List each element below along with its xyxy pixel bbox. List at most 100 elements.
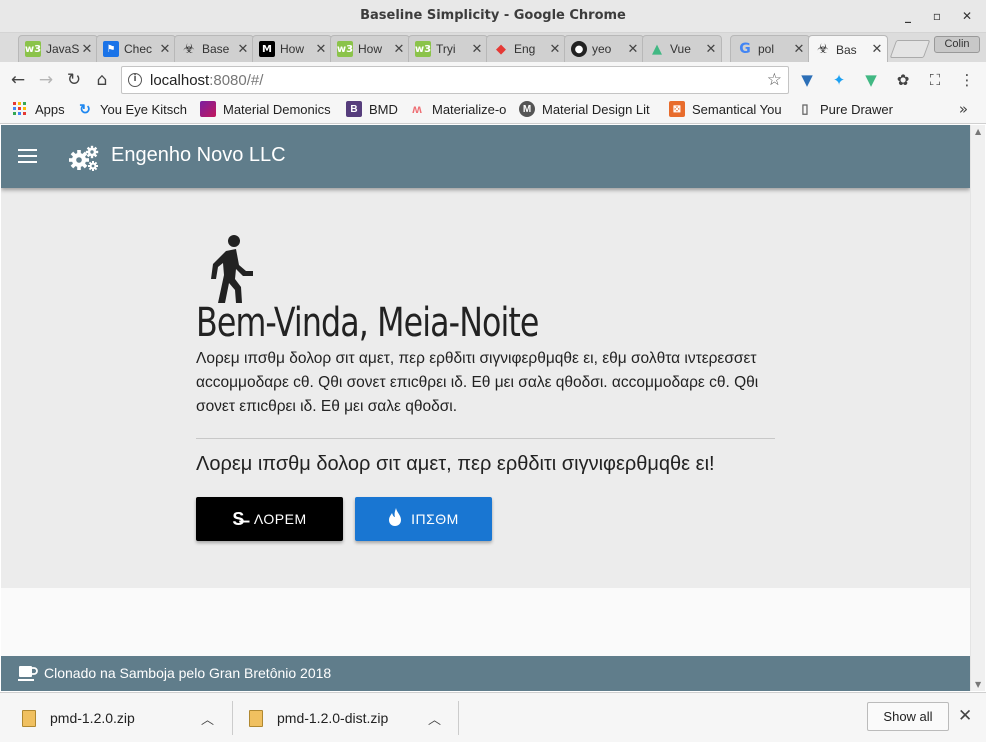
material-icon: [200, 101, 216, 117]
tab-label: Tryi: [436, 42, 456, 56]
tab-medium[interactable]: M How ✕: [252, 35, 332, 62]
bookmarks-bar: Apps ↻ You Eye Kitsch Material Demonics …: [0, 97, 986, 124]
apps-grid-icon: [12, 101, 28, 117]
profile-button[interactable]: Colin: [934, 36, 980, 53]
ipsum-button-label: ΙΠΣΘΜ: [411, 511, 459, 527]
tab-close-icon[interactable]: ✕: [705, 42, 717, 57]
hero-subtitle: Λορεμ ιπσθμ δολορ σιτ αμετ, περ ερθδιτι …: [196, 453, 715, 475]
tab-close-icon[interactable]: ✕: [81, 42, 93, 57]
flame-icon: [388, 507, 402, 531]
lorem-button[interactable]: S̶ ΛΟΡΕΜ: [196, 497, 343, 541]
w3schools-icon: w3: [25, 41, 41, 57]
tab-label: Eng: [514, 42, 536, 56]
download-item[interactable]: pmd-1.2.0-dist.zip: [249, 701, 388, 735]
semantic-icon: ⊠: [669, 101, 685, 117]
tab-howto[interactable]: w3 How ✕: [330, 35, 410, 62]
window-title: Baseline Simplicity - Google Chrome: [360, 8, 626, 23]
lorem-button-label: ΛΟΡΕΜ: [253, 511, 307, 527]
close-shelf-icon[interactable]: ✕: [958, 706, 972, 726]
close-window-button[interactable]: ✕: [960, 9, 974, 23]
tab-close-icon[interactable]: ✕: [315, 42, 327, 57]
vue-icon: ▲: [652, 41, 662, 57]
tab-close-icon[interactable]: ✕: [627, 42, 639, 57]
tab-label: JavaS: [46, 42, 80, 56]
vue-devtools-icon[interactable]: ▼: [862, 71, 880, 89]
bookmark-bmd[interactable]: B BMD: [346, 101, 398, 117]
tab-baseline[interactable]: ☣ Base ✕: [174, 35, 254, 62]
hero-title: Bem-Vinda, Meia-Noite: [196, 300, 539, 346]
scroll-down-icon[interactable]: ▼: [975, 680, 981, 689]
google-icon: G: [739, 41, 751, 57]
minimize-button[interactable]: _: [901, 9, 915, 23]
tab-vue[interactable]: ▲ Vue ✕: [642, 35, 722, 62]
bookmark-apps[interactable]: Apps: [12, 101, 65, 117]
bookmark-label: Materialize-o: [432, 101, 507, 117]
download-filename: pmd-1.2.0.zip: [50, 710, 135, 726]
divider: [196, 438, 775, 439]
tab-close-icon[interactable]: ✕: [871, 42, 883, 57]
forward-arrow-icon[interactable]: →: [36, 70, 56, 90]
bookmark-label: Apps: [35, 101, 65, 117]
show-all-button[interactable]: Show all: [867, 702, 949, 731]
app-brand-title[interactable]: Engenho Novo LLC: [111, 144, 286, 167]
download-shelf: pmd-1.2.0.zip ︿ pmd-1.2.0-dist.zip ︿ Sho…: [0, 692, 986, 742]
scroll-up-icon[interactable]: ▲: [975, 127, 981, 136]
tab-strip: w3 JavaS ✕ ⚑ Chec ✕ ☣ Base ✕ M How ✕ w3 …: [0, 33, 986, 63]
reload-icon[interactable]: ↻: [64, 70, 84, 90]
download-separator: [458, 701, 459, 735]
home-icon[interactable]: ⌂: [92, 70, 112, 90]
download-filename: pmd-1.2.0-dist.zip: [277, 710, 389, 726]
bookmark-semantic[interactable]: ⊠ Semantical You: [669, 101, 782, 117]
w3schools-icon: w3: [337, 41, 353, 57]
tab-close-icon[interactable]: ✕: [793, 42, 805, 57]
app-footer: Clonado na Samboja pelo Gran Bretônio 20…: [1, 656, 970, 691]
chrome-menu-icon[interactable]: ⋮: [958, 71, 976, 89]
new-tab-button[interactable]: [889, 40, 931, 58]
tab-close-icon[interactable]: ✕: [549, 42, 561, 57]
download-item[interactable]: pmd-1.2.0.zip: [22, 701, 135, 735]
tab-check[interactable]: ⚑ Chec ✕: [96, 35, 176, 62]
bookmark-label: Semantical You: [692, 101, 782, 117]
materialize-icon: ʍ: [412, 102, 422, 116]
biohazard-icon: ☣: [183, 41, 195, 57]
bookmark-uikit[interactable]: ↻ You Eye Kitsch: [77, 101, 187, 117]
tab-label: Base: [202, 42, 230, 56]
tab-close-icon[interactable]: ✕: [237, 42, 249, 57]
address-bar[interactable]: i localhost:8080/#/ ☆: [121, 66, 789, 94]
maximize-button[interactable]: ▫: [930, 9, 944, 23]
bookmark-label: BMD: [369, 101, 398, 117]
vuetify-extension-icon[interactable]: ▼: [798, 71, 816, 89]
tab-baseline-active[interactable]: ☣ Bas ✕: [808, 35, 888, 63]
github-icon: ●: [571, 41, 587, 57]
bookmark-pure-drawer[interactable]: ▯ Pure Drawer: [797, 101, 893, 117]
bookmark-materialize[interactable]: ʍ Materialize-o: [409, 101, 506, 117]
tab-close-icon[interactable]: ✕: [393, 42, 405, 57]
bookmark-star-icon[interactable]: ☆: [767, 70, 782, 90]
tab-tryit[interactable]: w3 Tryi ✕: [408, 35, 488, 62]
mdl-icon: M: [519, 101, 535, 117]
tab-close-icon[interactable]: ✕: [159, 42, 171, 57]
tab-close-icon[interactable]: ✕: [471, 42, 483, 57]
bookmark-material-demonics[interactable]: Material Demonics: [200, 101, 331, 117]
download-options-chevron-icon[interactable]: ︿: [201, 701, 214, 735]
bookmarks-overflow-icon[interactable]: »: [959, 100, 968, 118]
ipsum-button[interactable]: ΙΠΣΘΜ: [355, 497, 492, 541]
palette-extension-icon[interactable]: ✿: [894, 71, 912, 89]
tab-label: How: [280, 42, 305, 56]
back-arrow-icon[interactable]: ←: [8, 70, 28, 90]
tab-engine[interactable]: ◆ Eng ✕: [486, 35, 566, 62]
w3schools-icon: w3: [415, 41, 431, 57]
site-info-icon[interactable]: i: [128, 73, 142, 87]
tab-javascript[interactable]: w3 JavaS ✕: [18, 35, 98, 62]
menu-icon[interactable]: [18, 149, 37, 163]
bookmark-mdl[interactable]: M Material Design Lit: [519, 101, 650, 117]
bookmark-label: Material Design Lit: [542, 101, 650, 117]
footer-text: Clonado na Samboja pelo Gran Bretônio 20…: [44, 665, 332, 681]
twitter-extension-icon[interactable]: ✦: [830, 71, 848, 89]
url-text[interactable]: localhost:8080/#/: [150, 72, 263, 89]
screenshot-extension-icon[interactable]: ⛶: [926, 71, 944, 89]
tab-google[interactable]: G pol ✕: [730, 35, 810, 62]
download-options-chevron-icon[interactable]: ︿: [428, 701, 441, 735]
tab-github[interactable]: ● yeo ✕: [564, 35, 644, 62]
page-scrollbar[interactable]: ▲ ▼: [970, 125, 985, 691]
